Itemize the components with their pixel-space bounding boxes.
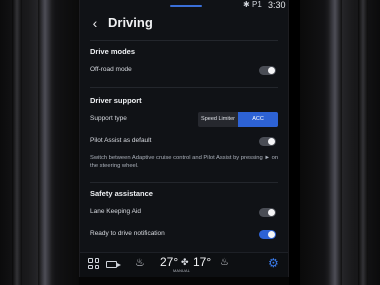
offroad-toggle[interactable]	[259, 66, 276, 75]
setting-label: Support type	[90, 115, 127, 122]
temperature-left[interactable]: 27°	[160, 255, 178, 269]
infotainment-screen: ✱ P1 3:30 ‹ Driving Drive modes Off-road…	[79, 0, 289, 285]
setting-pilot-assist[interactable]: Pilot Assist as default	[90, 134, 278, 150]
divider	[90, 87, 278, 88]
lane-keeping-toggle[interactable]	[259, 208, 276, 217]
support-type-selector: Speed Limiter ACC	[198, 112, 278, 127]
camera-icon[interactable]	[106, 261, 121, 268]
divider	[90, 182, 278, 183]
bluetooth-icon: ✱	[243, 0, 250, 9]
status-bar: ✱ P1 3:30	[80, 0, 288, 10]
heated-seat-right-icon[interactable]: ♨	[220, 257, 229, 268]
pilot-assist-description: Switch between Adaptive cruise control a…	[90, 155, 279, 169]
setting-support-type: Support type Speed Limiter ACC	[90, 111, 278, 127]
chevron-left-icon: ‹	[92, 15, 98, 31]
profile-indicator: P1	[252, 0, 262, 9]
page-header: ‹ Driving	[80, 12, 288, 34]
setting-ready-to-drive[interactable]: Ready to drive notification	[90, 227, 278, 243]
section-safety-assistance: Safety assistance	[90, 189, 153, 198]
divider	[90, 40, 278, 41]
temperature-right[interactable]: 17°	[193, 255, 211, 269]
setting-label: Lane Keeping Aid	[90, 208, 141, 215]
pilot-assist-toggle[interactable]	[259, 137, 276, 146]
setting-label: Ready to drive notification	[90, 230, 165, 237]
setting-lane-keeping-aid[interactable]: Lane Keeping Aid	[90, 205, 278, 221]
page-title: Driving	[108, 15, 153, 30]
option-speed-limiter[interactable]: Speed Limiter	[198, 112, 238, 127]
clock: 3:30	[268, 0, 286, 10]
fan-icon[interactable]: ✤	[181, 257, 189, 268]
pull-down-handle[interactable]	[170, 5, 202, 7]
setting-label: Off-road mode	[90, 66, 132, 73]
heated-seat-left-icon[interactable]: ♨	[135, 256, 145, 269]
right-dash-trim	[300, 0, 380, 285]
gear-icon[interactable]: ⚙	[268, 256, 279, 270]
left-dash-trim	[0, 0, 80, 285]
back-button[interactable]: ‹	[88, 14, 102, 32]
section-driver-support: Driver support	[90, 96, 142, 105]
option-acc[interactable]: ACC	[238, 112, 278, 127]
climate-bar: ♨ 27° ✤ MANUAL 17° ♨ ⚙	[80, 252, 288, 277]
screen-bottom-trim	[79, 277, 289, 285]
setting-label: Pilot Assist as default	[90, 137, 152, 144]
app-grid-icon[interactable]	[88, 258, 99, 269]
ready-to-drive-toggle[interactable]	[259, 230, 276, 239]
climate-mode-label: MANUAL	[173, 269, 191, 273]
setting-offroad-mode[interactable]: Off-road mode	[90, 63, 278, 79]
section-drive-modes: Drive modes	[90, 47, 136, 56]
